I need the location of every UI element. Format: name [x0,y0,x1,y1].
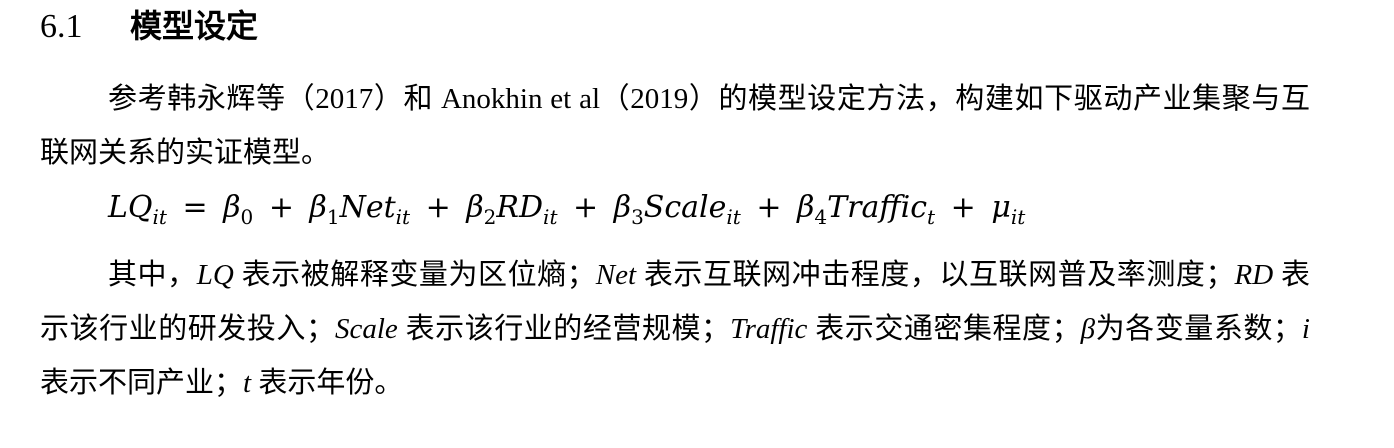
var-text-3: 表示互联网冲击程度，以互联网普及率测度； [636,259,1235,291]
eq-beta3-sub: 3 [631,205,644,229]
eq-beta0-sub: 0 [240,205,254,229]
section-heading: 6.1 模型设定 [40,2,258,50]
eq-beta0: β [223,190,241,225]
eq-rd: RD [496,190,544,225]
eq-plus-2: + [425,190,451,225]
section-number: 6.1 [40,8,83,45]
var-t: t [243,367,252,399]
eq-scale-sub: it [726,205,741,229]
eq-beta2-sub: 2 [483,205,497,229]
var-net: Net [595,259,637,291]
eq-equals: = [182,190,208,225]
eq-beta1-sub: 1 [326,205,340,229]
var-i: i [1301,313,1310,345]
eq-lhs: LQ [108,190,153,225]
var-traffic: Traffic [730,313,808,345]
model-equation: LQit = β0 + β1Netit + β2RDit + β3Scaleit… [108,180,1025,236]
var-text-2: 表示被解释变量为区位熵； [233,259,596,291]
eq-plus-5: + [950,190,976,225]
eq-net-sub: it [395,205,411,229]
eq-plus-1: + [268,190,294,225]
eq-plus-4: + [756,190,782,225]
eq-beta3: β [613,190,632,225]
paper-page: 6.1 模型设定 参考韩永辉等（2017）和 Anokhin et al（2019… [0,0,1394,448]
eq-mu-sub: it [1010,205,1026,229]
eq-beta4-sub: 4 [814,205,828,229]
var-scale: Scale [334,313,398,345]
eq-beta2: β [466,190,484,225]
paragraph-intro: 参考韩永辉等（2017）和 Anokhin et al（2019）的模型设定方法… [40,83,1310,169]
var-text-8: 表示不同产业； [40,367,244,399]
eq-net: Net [339,190,396,225]
var-text-1: 其中， [108,259,197,291]
var-text-9: 表示年份。 [251,367,404,399]
eq-scale: Scale [643,190,727,225]
eq-lhs-sub: it [152,205,167,229]
eq-beta1: β [309,190,327,225]
paragraph-variables: 其中，LQ 表示被解释变量为区位熵；Net 表示互联网冲击程度，以互联网普及率测… [40,248,1310,410]
var-text-7: 为各变量系数； [1095,313,1302,345]
eq-beta4: β [797,190,815,225]
var-lq: LQ [196,259,234,291]
eq-plus-3: + [573,190,599,225]
var-rd: RD [1234,259,1274,291]
eq-traffic: Traffic [827,190,928,225]
eq-mu: μ [991,190,1011,225]
section-title: 模型设定 [130,7,259,45]
eq-rd-sub: it [543,205,558,229]
var-beta: β [1080,313,1096,345]
var-text-5: 表示该行业的经营规模； [397,313,731,345]
var-text-6: 表示交通密集程度； [807,313,1081,345]
eq-traffic-sub: t [927,205,936,229]
